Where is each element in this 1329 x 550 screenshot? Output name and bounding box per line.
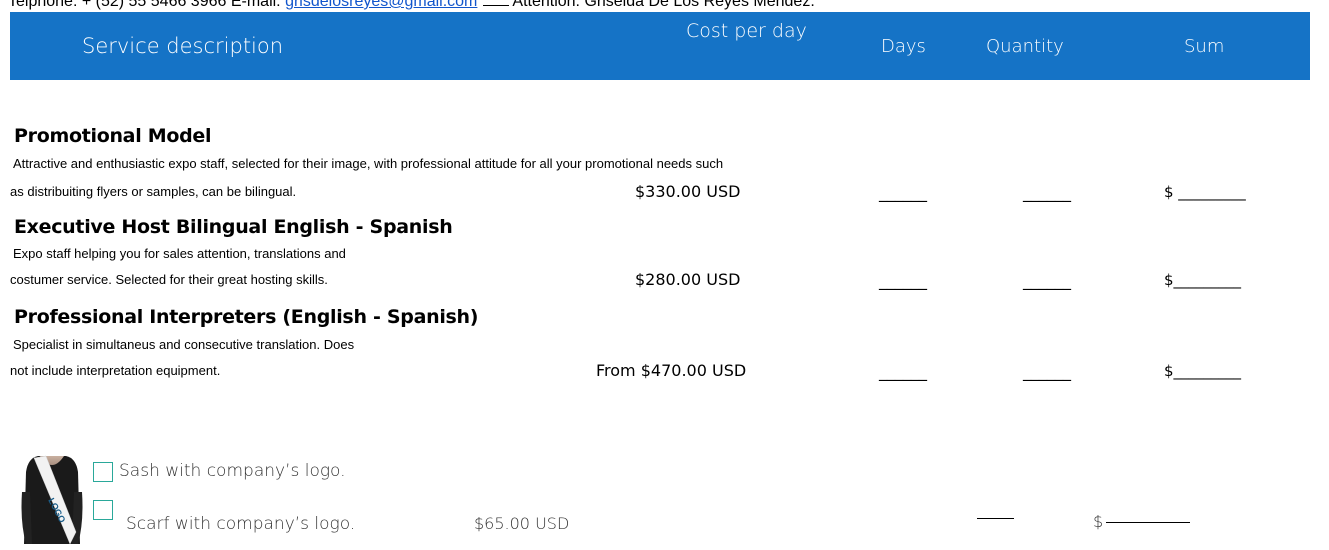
scarf-price: $65.00 USD [474, 514, 570, 533]
addon-quantity-blank[interactable] [977, 518, 1014, 519]
sash-label: Sash with company’s logo. [119, 461, 346, 481]
service-desc: costumer service. Selected for their gre… [10, 272, 328, 287]
addon-sum-blank[interactable] [1106, 522, 1190, 523]
service-price: $280.00 USD [635, 270, 741, 289]
sum-blank[interactable]: $ _________ [1164, 183, 1246, 201]
days-blank[interactable]: ______ [879, 271, 927, 290]
sum-blank[interactable]: $_________ [1164, 271, 1241, 289]
scarf-label: Scarf with company’s logo. [126, 514, 356, 534]
quantity-blank[interactable]: ______ [1023, 362, 1071, 381]
email-link[interactable]: grisdelosreyes@gmail.com [285, 0, 477, 10]
sum-blank[interactable]: $_________ [1164, 362, 1241, 380]
header-cost-per-day: Cost per day [686, 20, 807, 42]
header-sum: Sum [1184, 36, 1225, 57]
quantity-blank[interactable]: ______ [1023, 271, 1071, 290]
attention-text: Attention: Griselda De Los Reyes Mendez. [512, 0, 815, 10]
service-desc: Expo staff helping you for sales attenti… [13, 246, 346, 261]
service-title: Promotional Model [14, 125, 212, 147]
header-quantity: Quantity [986, 36, 1064, 57]
addon-sum-dollar: $ [1093, 512, 1104, 531]
header-service-description: Service description [82, 34, 284, 58]
service-desc: as distribuiting flyers or samples, can … [10, 184, 297, 199]
service-desc: Attractive and enthusiastic expo staff, … [13, 156, 724, 171]
quantity-blank[interactable]: ______ [1023, 183, 1071, 202]
service-desc: Specialist in simultaneus and consecutiv… [13, 337, 355, 352]
service-title: Professional Interpreters (English - Spa… [14, 306, 479, 328]
contact-line: Telphone: + (52) 55 5466 3966 E-mail: gr… [8, 0, 815, 11]
service-price: From $470.00 USD [596, 361, 747, 380]
header-days: Days [881, 36, 926, 57]
sash-checkbox[interactable] [93, 462, 113, 482]
service-title: Executive Host Bilingual English - Spani… [14, 216, 453, 238]
days-blank[interactable]: ______ [879, 183, 927, 202]
table-header: Service description Cost per day Days Qu… [10, 12, 1310, 80]
days-blank[interactable]: ______ [879, 362, 927, 381]
scarf-checkbox[interactable] [93, 500, 113, 520]
service-price: $330.00 USD [635, 182, 741, 201]
contact-phone: Telphone: + (52) 55 5466 3966 E-mail: [8, 0, 286, 10]
sash-model-image: LOGO [21, 455, 83, 545]
service-desc: not include interpretation equipment. [10, 363, 221, 378]
attention-blank [483, 0, 510, 6]
